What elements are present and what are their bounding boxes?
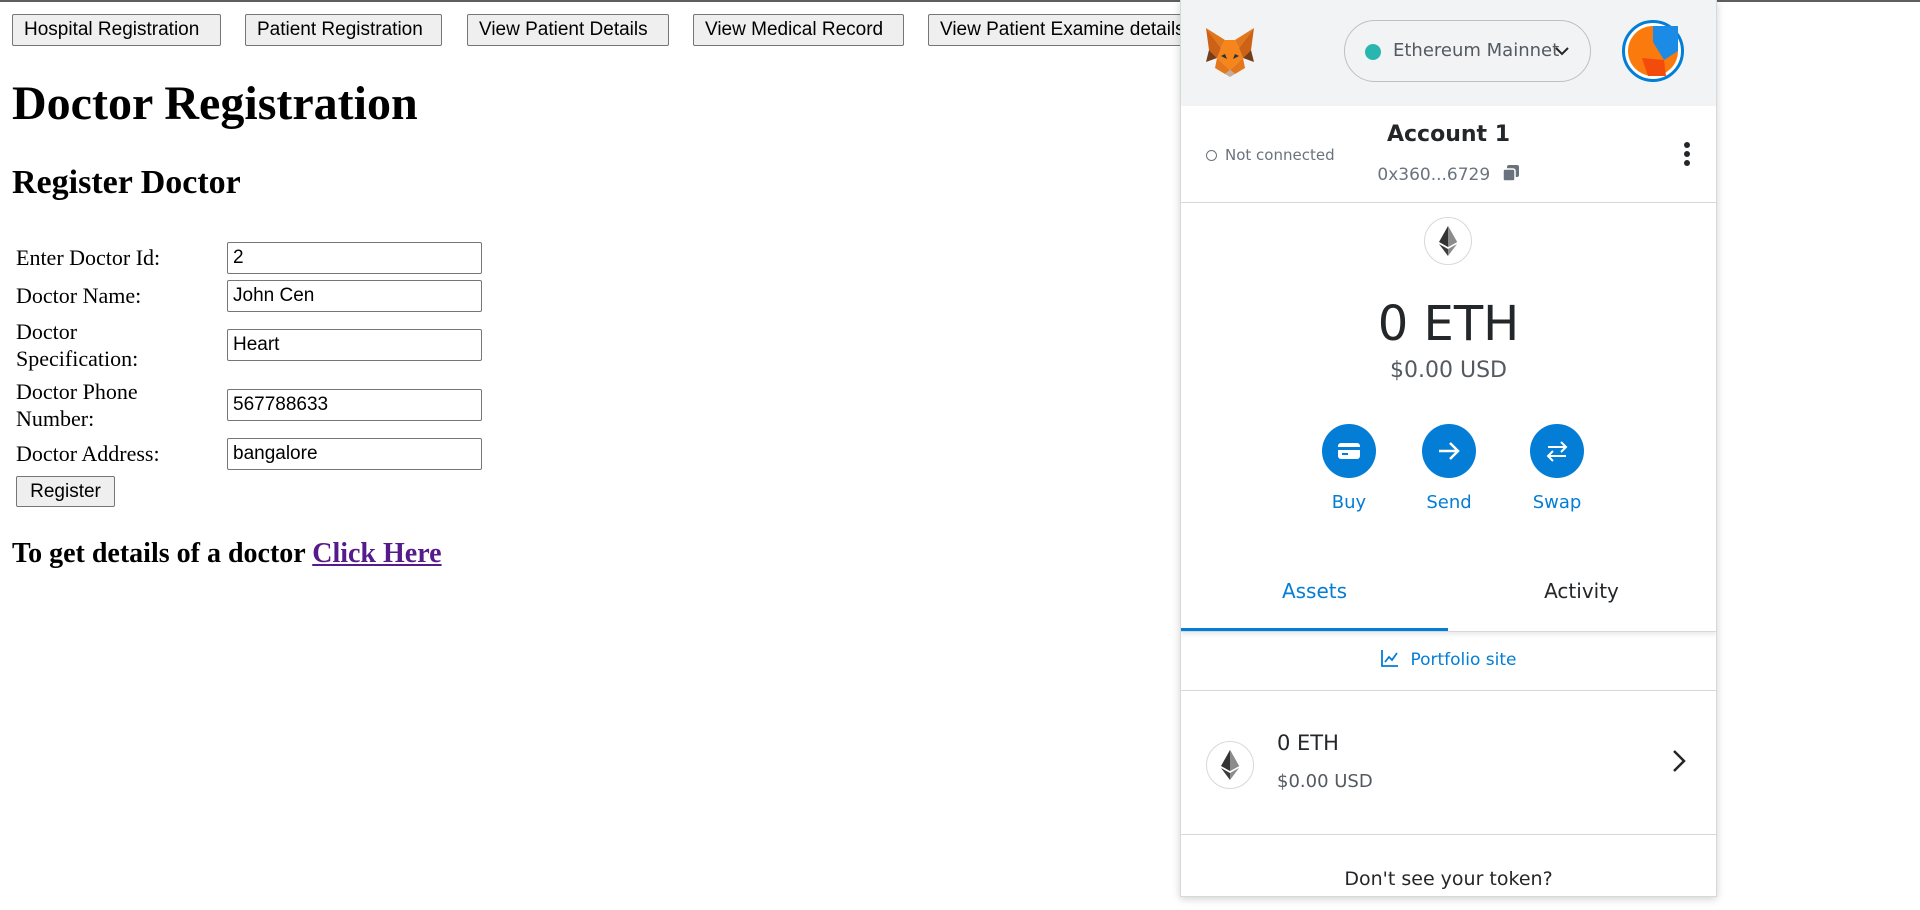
eth-balance: 0 ETH [1377,296,1520,352]
account-avatar[interactable] [1622,20,1684,82]
dont-see-token-text: Don't see your token? [1344,868,1553,890]
connection-status-icon [1206,150,1217,161]
tab-assets[interactable]: Assets [1181,553,1448,631]
metamask-fox-icon [1203,26,1257,78]
connection-status-text: Not connected [1225,146,1335,164]
chevron-down-icon [1555,47,1569,56]
register-button[interactable]: Register [16,476,115,507]
swap-arrows-icon [1546,441,1568,462]
page-title: Doctor Registration [12,77,418,130]
account-address-text: 0x360...6729 [1377,165,1491,185]
send-label: Send [1426,492,1472,513]
view-patient-details-button[interactable]: View Patient Details [467,14,669,46]
account-bar: Not connected Account 1 0x360...6729 [1181,106,1716,203]
doctor-registration-page: Hospital Registration Patient Registrati… [0,0,1228,910]
chevron-right-icon [1673,750,1686,772]
chart-line-icon [1381,650,1399,667]
network-name: Ethereum Mainnet [1393,40,1560,61]
doctor-address-label: Doctor Address: [16,441,160,466]
portfolio-site-link[interactable]: Portfolio site [1181,642,1716,690]
doctor-specification-label-line2: Specification: [16,346,139,371]
doctor-name-input[interactable] [227,280,482,312]
metamask-popup: Ethereum Mainnet Not connected Account 1… [1180,0,1717,897]
doctor-phone-label: Doctor Phone Number: [16,378,138,432]
patient-registration-button[interactable]: Patient Registration [245,14,442,46]
doctor-specification-input[interactable] [227,329,482,361]
card-icon [1338,443,1360,459]
account-avatar-icon [1628,26,1678,76]
portfolio-site-label: Portfolio site [1410,650,1517,670]
doctor-specification-label: Doctor Specification: [16,318,138,372]
assets-activity-tabs: Assets Activity [1181,553,1716,632]
connection-status[interactable]: Not connected [1206,146,1335,164]
network-status-dot [1365,44,1381,60]
swap-label: Swap [1532,492,1582,513]
swap-button[interactable]: Swap [1517,424,1597,518]
asset-usd-value: $0.00 USD [1277,771,1373,792]
doctor-phone-label-line1: Doctor Phone [16,379,138,404]
hospital-registration-button[interactable]: Hospital Registration [12,14,221,46]
tab-activity[interactable]: Activity [1448,553,1715,631]
doctor-details-text: To get details of a doctor [12,538,306,569]
view-medical-record-button[interactable]: View Medical Record [693,14,904,46]
doctor-address-input[interactable] [227,438,482,470]
doctor-phone-input[interactable] [227,389,482,421]
eth-token-icon [1206,741,1254,789]
buy-button[interactable]: Buy [1309,424,1389,518]
click-here-link[interactable]: Click Here [312,538,441,569]
account-address[interactable]: 0x360...6729 [1181,164,1716,185]
send-button[interactable]: Send [1409,424,1489,518]
usd-balance: $0.00 USD [1390,358,1507,383]
account-options-icon[interactable] [1682,142,1692,170]
network-selector[interactable]: Ethereum Mainnet [1344,20,1591,82]
copy-icon [1501,165,1519,182]
arrow-right-icon [1439,442,1460,460]
eth-logo-icon [1424,217,1472,265]
doctor-name-label: Doctor Name: [16,283,142,308]
metamask-header: Ethereum Mainnet [1181,0,1716,106]
section-title: Register Doctor [12,164,241,201]
divider [1181,834,1716,835]
asset-amount: 0 ETH [1277,731,1339,755]
buy-label: Buy [1331,492,1367,513]
doctor-phone-label-line2: Number: [16,406,95,431]
asset-row-eth[interactable]: 0 ETH $0.00 USD [1181,691,1716,834]
account-name[interactable]: Account 1 [1181,122,1716,147]
doctor-specification-label-line1: Doctor [16,319,78,344]
doctor-details-prompt: To get details of a doctor Click Here [12,538,442,570]
doctor-id-input[interactable] [227,242,482,274]
doctor-id-label: Enter Doctor Id: [16,245,161,270]
